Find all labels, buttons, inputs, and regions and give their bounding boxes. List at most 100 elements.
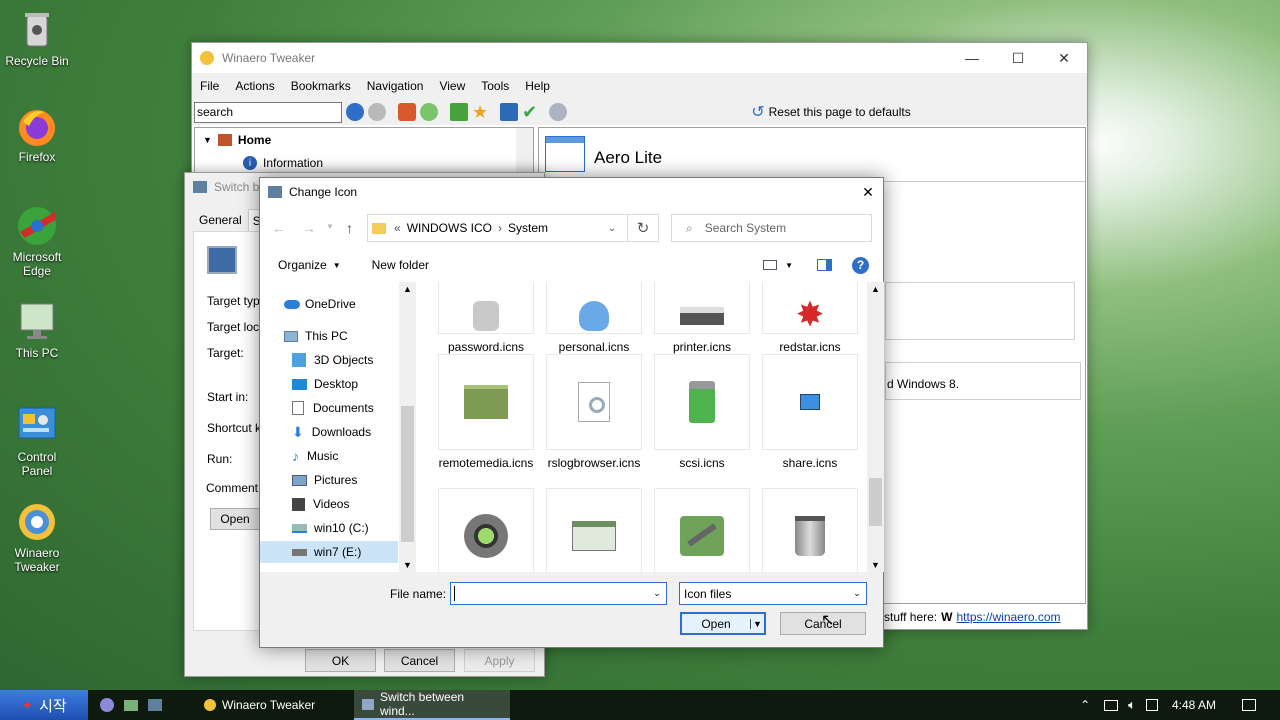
document-icon xyxy=(292,401,304,415)
refresh-icon[interactable] xyxy=(420,103,438,121)
tree-item-home[interactable]: ▼ Home xyxy=(203,133,271,147)
nav-item-documents[interactable]: Documents xyxy=(292,397,374,419)
file-item[interactable] xyxy=(438,488,534,572)
reset-icon[interactable]: ↺ xyxy=(751,102,764,122)
gear-icon[interactable] xyxy=(549,103,568,121)
menu-bookmarks[interactable]: Bookmarks xyxy=(283,79,359,93)
tree-item-information[interactable]: i Information xyxy=(243,156,323,170)
tab-general[interactable]: General xyxy=(193,209,248,232)
menu-navigation[interactable]: Navigation xyxy=(359,79,432,93)
file-list-scrollbar[interactable]: ▲ ▼ xyxy=(867,282,884,572)
close-button[interactable]: ✕ xyxy=(1041,43,1087,73)
desktop-icon-control-panel[interactable]: Control Panel xyxy=(2,404,72,478)
nav-forward-icon[interactable]: → xyxy=(302,220,316,236)
open-file-location-button[interactable]: Open xyxy=(210,508,260,530)
file-item[interactable] xyxy=(546,488,642,572)
add-bookmark-icon[interactable] xyxy=(450,103,468,121)
shortcut-icon[interactable] xyxy=(500,103,519,121)
file-item[interactable] xyxy=(762,488,858,572)
menu-file[interactable]: File xyxy=(192,79,227,93)
app-icon xyxy=(200,51,214,65)
preview-pane-icon[interactable] xyxy=(817,259,832,271)
view-options-dropdown-icon[interactable]: ▼ xyxy=(785,261,793,270)
volume-icon[interactable]: 🔈︎ xyxy=(1128,697,1136,713)
desktop-icon-this-pc[interactable]: This PC xyxy=(2,300,72,360)
forward-icon[interactable] xyxy=(368,103,386,121)
menu-help[interactable]: Help xyxy=(517,79,558,93)
refresh-button[interactable]: ↻ xyxy=(628,214,659,242)
nav-item-onedrive[interactable]: OneDrive xyxy=(284,293,356,315)
menu-actions[interactable]: Actions xyxy=(227,79,282,93)
nav-item-videos[interactable]: Videos xyxy=(292,493,349,515)
quick-launch-icon[interactable] xyxy=(100,698,114,712)
taskbar-item-switch-between-windows[interactable]: Switch between wind... xyxy=(354,690,510,720)
file-item[interactable]: personal.icns xyxy=(546,282,642,354)
star-icon[interactable]: ★ xyxy=(472,103,488,121)
taskbar-item-winaero-tweaker[interactable]: Winaero Tweaker xyxy=(196,690,346,720)
reset-page-button[interactable]: Reset this page to defaults xyxy=(769,105,911,119)
file-name-dropdown-icon[interactable]: ⌄ xyxy=(648,588,666,599)
breadcrumb-separator-icon: › xyxy=(498,221,503,235)
clock[interactable]: 4:48 AM xyxy=(1172,698,1216,712)
back-icon[interactable] xyxy=(346,103,364,121)
ok-button[interactable]: OK xyxy=(305,649,376,672)
file-item[interactable]: share.icns xyxy=(762,354,858,470)
file-item[interactable]: printer.icns xyxy=(654,282,750,354)
open-split-dropdown-icon[interactable]: ▼ xyxy=(750,618,764,629)
desktop-icon-winaero-tweaker[interactable]: Winaero Tweaker xyxy=(2,500,72,574)
network-icon[interactable] xyxy=(1104,699,1119,711)
nav-item-pictures[interactable]: Pictures xyxy=(292,469,357,491)
address-bar[interactable]: « WINDOWS ICO › System ⌄ xyxy=(367,214,628,242)
change-view-icon[interactable] xyxy=(763,260,778,270)
help-icon[interactable]: ? xyxy=(852,256,869,274)
music-note-icon: ♪ xyxy=(292,448,299,464)
ime-icon[interactable] xyxy=(1145,699,1158,711)
cancel-button[interactable]: Cancel xyxy=(384,649,455,672)
nav-item-downloads[interactable]: ⬇ Downloads xyxy=(292,421,371,443)
action-center-icon[interactable] xyxy=(1242,699,1256,711)
file-item[interactable]: rslogbrowser.icns xyxy=(546,354,642,470)
organize-button[interactable]: Organize ▼ xyxy=(278,258,341,272)
checkmark-icon[interactable]: ✔ xyxy=(522,103,537,121)
menu-view[interactable]: View xyxy=(431,79,473,93)
open-button[interactable]: Open ▼ xyxy=(680,612,766,635)
search-input[interactable] xyxy=(194,101,342,123)
nav-item-desktop[interactable]: Desktop xyxy=(292,373,358,395)
nav-pane-scrollbar[interactable]: ▲ ▼ xyxy=(399,282,416,572)
file-item[interactable]: remotemedia.icns xyxy=(438,354,534,470)
file-type-select[interactable]: Icon files ⌄ xyxy=(679,582,867,605)
desktop-icon-recycle-bin[interactable]: Recycle Bin xyxy=(2,8,72,68)
menu-tools[interactable]: Tools xyxy=(473,79,517,93)
up-folder-icon[interactable]: ↑ xyxy=(346,220,353,236)
start-button[interactable]: ✦ 시작 xyxy=(0,690,88,720)
desktop-icon-firefox[interactable]: Firefox xyxy=(2,104,72,164)
winaero-link[interactable]: https://winaero.com xyxy=(956,610,1060,624)
recent-locations-icon[interactable]: ▼ xyxy=(326,222,334,231)
desktop-icon-edge[interactable]: Microsoft Edge xyxy=(2,204,72,278)
file-name-input[interactable]: ⌄ xyxy=(450,582,667,605)
quick-launch-icon[interactable] xyxy=(124,699,138,711)
nav-item-win7-e[interactable]: win7 (E:) xyxy=(260,541,398,563)
file-item[interactable]: ✸ redstar.icns xyxy=(762,282,858,354)
apply-button[interactable]: Apply xyxy=(464,649,535,672)
nav-item-3d-objects[interactable]: 3D Objects xyxy=(292,349,373,371)
address-dropdown-icon[interactable]: ⌄ xyxy=(597,223,627,234)
nav-item-this-pc[interactable]: This PC xyxy=(284,325,348,347)
nav-item-win10-c[interactable]: win10 (C:) xyxy=(292,517,369,539)
menu-bar: File Actions Bookmarks Navigation View T… xyxy=(192,73,1087,99)
file-item[interactable]: scsi.icns xyxy=(654,354,750,470)
show-hidden-icons-icon[interactable]: ⌃ xyxy=(1080,698,1090,712)
nav-back-icon[interactable]: ← xyxy=(272,220,286,236)
breadcrumb-windows-ico[interactable]: WINDOWS ICO xyxy=(407,221,492,235)
search-box[interactable]: ⌕ Search System xyxy=(671,214,872,242)
quick-launch-icon[interactable] xyxy=(148,699,162,711)
maximize-button[interactable]: ☐ xyxy=(995,43,1041,73)
file-item[interactable] xyxy=(654,488,750,572)
home-icon[interactable] xyxy=(398,103,416,121)
new-folder-button[interactable]: New folder xyxy=(372,258,429,272)
minimize-button[interactable]: — xyxy=(949,43,995,73)
file-item[interactable]: password.icns xyxy=(438,282,534,354)
nav-item-music[interactable]: ♪ Music xyxy=(292,445,338,467)
dialog-close-button[interactable]: ✕ xyxy=(853,184,883,201)
breadcrumb-system[interactable]: System xyxy=(508,221,548,235)
